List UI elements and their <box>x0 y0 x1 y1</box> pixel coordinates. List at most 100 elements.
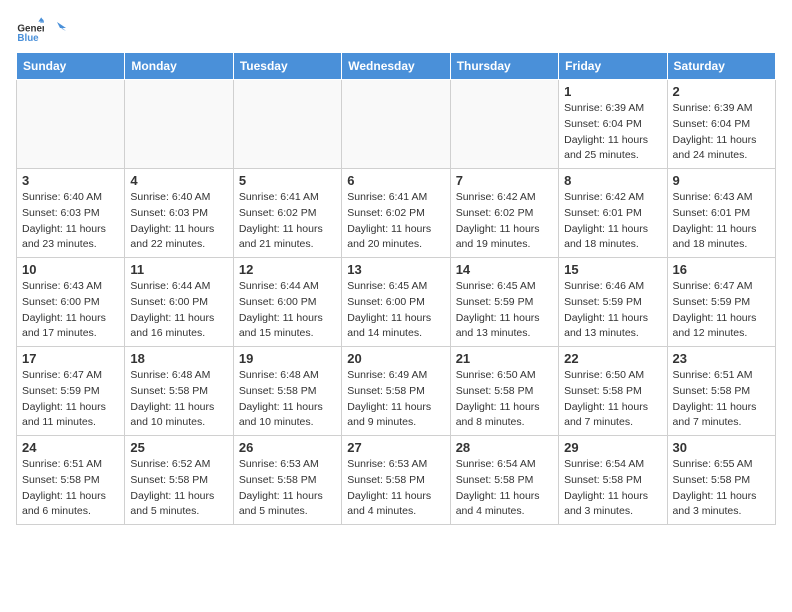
day-info: Sunrise: 6:50 AM Sunset: 5:58 PM Dayligh… <box>456 368 553 431</box>
day-number: 4 <box>130 173 227 188</box>
calendar-cell: 5Sunrise: 6:41 AM Sunset: 6:02 PM Daylig… <box>233 169 341 258</box>
day-number: 27 <box>347 440 444 455</box>
calendar-cell: 14 Sunrise: 6:45 AM Sunset: 5:59 PM Dayli… <box>450 258 558 347</box>
calendar-week-row: 3 Sunrise: 6:40 AM Sunset: 6:03 PM Daylig… <box>17 169 776 258</box>
day-info: Sunrise: 6:44 AM Sunset: 6:00 PM Dayligh… <box>239 279 336 342</box>
calendar-cell <box>17 80 125 169</box>
weekday-header-monday: Monday <box>125 53 233 80</box>
calendar-cell: 20 Sunrise: 6:49 AM Sunset: 5:58 PM Dayli… <box>342 347 450 436</box>
day-number: 30 <box>673 440 770 455</box>
day-info: Sunrise: 6:48 AM Sunset: 5:58 PM Dayligh… <box>239 368 336 431</box>
day-info: Sunrise: 6:51 AM Sunset: 5:58 PM Dayligh… <box>22 457 119 520</box>
day-info: Sunrise: 6:39 AM Sunset: 6:04 PM Dayligh… <box>673 101 770 164</box>
calendar-cell: 9 Sunrise: 6:43 AM Sunset: 6:01 PM Daylig… <box>667 169 775 258</box>
day-info: Sunrise: 6:47 AM Sunset: 5:59 PM Dayligh… <box>673 279 770 342</box>
calendar-cell: 21 Sunrise: 6:50 AM Sunset: 5:58 PM Dayli… <box>450 347 558 436</box>
day-info: Sunrise: 6:41 AM Sunset: 6:02 PM Dayligh… <box>347 190 444 253</box>
day-number: 20 <box>347 351 444 366</box>
day-number: 26 <box>239 440 336 455</box>
logo-bird-icon <box>48 20 66 44</box>
day-info: Sunrise: 6:53 AM Sunset: 5:58 PM Dayligh… <box>347 457 444 520</box>
day-info: Sunrise: 6:43 AM Sunset: 6:01 PM Dayligh… <box>673 190 770 253</box>
day-number: 7 <box>456 173 553 188</box>
calendar-cell: 17Sunrise: 6:47 AM Sunset: 5:59 PM Dayli… <box>17 347 125 436</box>
day-info: Sunrise: 6:54 AM Sunset: 5:58 PM Dayligh… <box>456 457 553 520</box>
day-info: Sunrise: 6:51 AM Sunset: 5:58 PM Dayligh… <box>673 368 770 431</box>
calendar-week-row: 24 Sunrise: 6:51 AM Sunset: 5:58 PM Dayli… <box>17 436 776 525</box>
day-info: Sunrise: 6:44 AM Sunset: 6:00 PM Dayligh… <box>130 279 227 342</box>
calendar-cell: 10 Sunrise: 6:43 AM Sunset: 6:00 PM Dayli… <box>17 258 125 347</box>
calendar-cell: 4 Sunrise: 6:40 AM Sunset: 6:03 PM Daylig… <box>125 169 233 258</box>
day-number: 15 <box>564 262 661 277</box>
day-number: 3 <box>22 173 119 188</box>
weekday-header-tuesday: Tuesday <box>233 53 341 80</box>
day-number: 24 <box>22 440 119 455</box>
day-number: 11 <box>130 262 227 277</box>
day-number: 13 <box>347 262 444 277</box>
calendar-cell: 6 Sunrise: 6:41 AM Sunset: 6:02 PM Daylig… <box>342 169 450 258</box>
calendar-cell: 11 Sunrise: 6:44 AM Sunset: 6:00 PM Dayli… <box>125 258 233 347</box>
day-info: Sunrise: 6:49 AM Sunset: 5:58 PM Dayligh… <box>347 368 444 431</box>
day-info: Sunrise: 6:48 AM Sunset: 5:58 PM Dayligh… <box>130 368 227 431</box>
day-number: 8 <box>564 173 661 188</box>
calendar-cell: 13Sunrise: 6:45 AM Sunset: 6:00 PM Dayli… <box>342 258 450 347</box>
weekday-header-saturday: Saturday <box>667 53 775 80</box>
calendar-cell <box>342 80 450 169</box>
calendar-cell: 24 Sunrise: 6:51 AM Sunset: 5:58 PM Dayli… <box>17 436 125 525</box>
day-number: 5 <box>239 173 336 188</box>
calendar-cell: 18 Sunrise: 6:48 AM Sunset: 5:58 PM Dayli… <box>125 347 233 436</box>
day-number: 12 <box>239 262 336 277</box>
calendar-cell: 12 Sunrise: 6:44 AM Sunset: 6:00 PM Dayli… <box>233 258 341 347</box>
calendar-cell <box>450 80 558 169</box>
calendar-cell: 8Sunrise: 6:42 AM Sunset: 6:01 PM Daylig… <box>559 169 667 258</box>
day-info: Sunrise: 6:40 AM Sunset: 6:03 PM Dayligh… <box>130 190 227 253</box>
day-info: Sunrise: 6:52 AM Sunset: 5:58 PM Dayligh… <box>130 457 227 520</box>
day-number: 9 <box>673 173 770 188</box>
day-number: 23 <box>673 351 770 366</box>
day-number: 16 <box>673 262 770 277</box>
page-header: General Blue <box>16 16 776 44</box>
day-number: 28 <box>456 440 553 455</box>
day-number: 14 <box>456 262 553 277</box>
calendar-cell: 3Sunrise: 6:40 AM Sunset: 6:03 PM Daylig… <box>17 169 125 258</box>
day-number: 25 <box>130 440 227 455</box>
day-info: Sunrise: 6:46 AM Sunset: 5:59 PM Dayligh… <box>564 279 661 342</box>
calendar-table: SundayMondayTuesdayWednesdayThursdayFrid… <box>16 52 776 525</box>
calendar-week-row: 17Sunrise: 6:47 AM Sunset: 5:59 PM Dayli… <box>17 347 776 436</box>
weekday-header-row: SundayMondayTuesdayWednesdayThursdayFrid… <box>17 53 776 80</box>
calendar-week-row: 10 Sunrise: 6:43 AM Sunset: 6:00 PM Dayli… <box>17 258 776 347</box>
day-info: Sunrise: 6:43 AM Sunset: 6:00 PM Dayligh… <box>22 279 119 342</box>
day-info: Sunrise: 6:53 AM Sunset: 5:58 PM Dayligh… <box>239 457 336 520</box>
day-number: 19 <box>239 351 336 366</box>
day-info: Sunrise: 6:50 AM Sunset: 5:58 PM Dayligh… <box>564 368 661 431</box>
day-info: Sunrise: 6:39 AM Sunset: 6:04 PM Dayligh… <box>564 101 661 164</box>
day-number: 6 <box>347 173 444 188</box>
day-info: Sunrise: 6:45 AM Sunset: 5:59 PM Dayligh… <box>456 279 553 342</box>
calendar-cell: 23 Sunrise: 6:51 AM Sunset: 5:58 PM Dayli… <box>667 347 775 436</box>
day-info: Sunrise: 6:55 AM Sunset: 5:58 PM Dayligh… <box>673 457 770 520</box>
calendar-cell: 16 Sunrise: 6:47 AM Sunset: 5:59 PM Dayli… <box>667 258 775 347</box>
calendar-cell: 7 Sunrise: 6:42 AM Sunset: 6:02 PM Daylig… <box>450 169 558 258</box>
calendar-cell: 15 Sunrise: 6:46 AM Sunset: 5:59 PM Dayli… <box>559 258 667 347</box>
day-number: 18 <box>130 351 227 366</box>
day-info: Sunrise: 6:54 AM Sunset: 5:58 PM Dayligh… <box>564 457 661 520</box>
calendar-cell: 19 Sunrise: 6:48 AM Sunset: 5:58 PM Dayli… <box>233 347 341 436</box>
weekday-header-thursday: Thursday <box>450 53 558 80</box>
calendar-cell: 28 Sunrise: 6:54 AM Sunset: 5:58 PM Dayli… <box>450 436 558 525</box>
calendar-cell <box>125 80 233 169</box>
weekday-header-friday: Friday <box>559 53 667 80</box>
day-info: Sunrise: 6:42 AM Sunset: 6:02 PM Dayligh… <box>456 190 553 253</box>
svg-text:Blue: Blue <box>17 33 39 44</box>
weekday-header-sunday: Sunday <box>17 53 125 80</box>
day-number: 10 <box>22 262 119 277</box>
calendar-cell: 25 Sunrise: 6:52 AM Sunset: 5:58 PM Dayli… <box>125 436 233 525</box>
day-number: 22 <box>564 351 661 366</box>
calendar-cell: 27 Sunrise: 6:53 AM Sunset: 5:58 PM Dayli… <box>342 436 450 525</box>
calendar-cell: 2Sunrise: 6:39 AM Sunset: 6:04 PM Daylig… <box>667 80 775 169</box>
calendar-cell: 22 Sunrise: 6:50 AM Sunset: 5:58 PM Dayli… <box>559 347 667 436</box>
day-number: 17 <box>22 351 119 366</box>
calendar-cell: 30 Sunrise: 6:55 AM Sunset: 5:58 PM Dayli… <box>667 436 775 525</box>
calendar-week-row: 1Sunrise: 6:39 AM Sunset: 6:04 PM Daylig… <box>17 80 776 169</box>
logo: General Blue <box>16 16 66 44</box>
day-number: 21 <box>456 351 553 366</box>
